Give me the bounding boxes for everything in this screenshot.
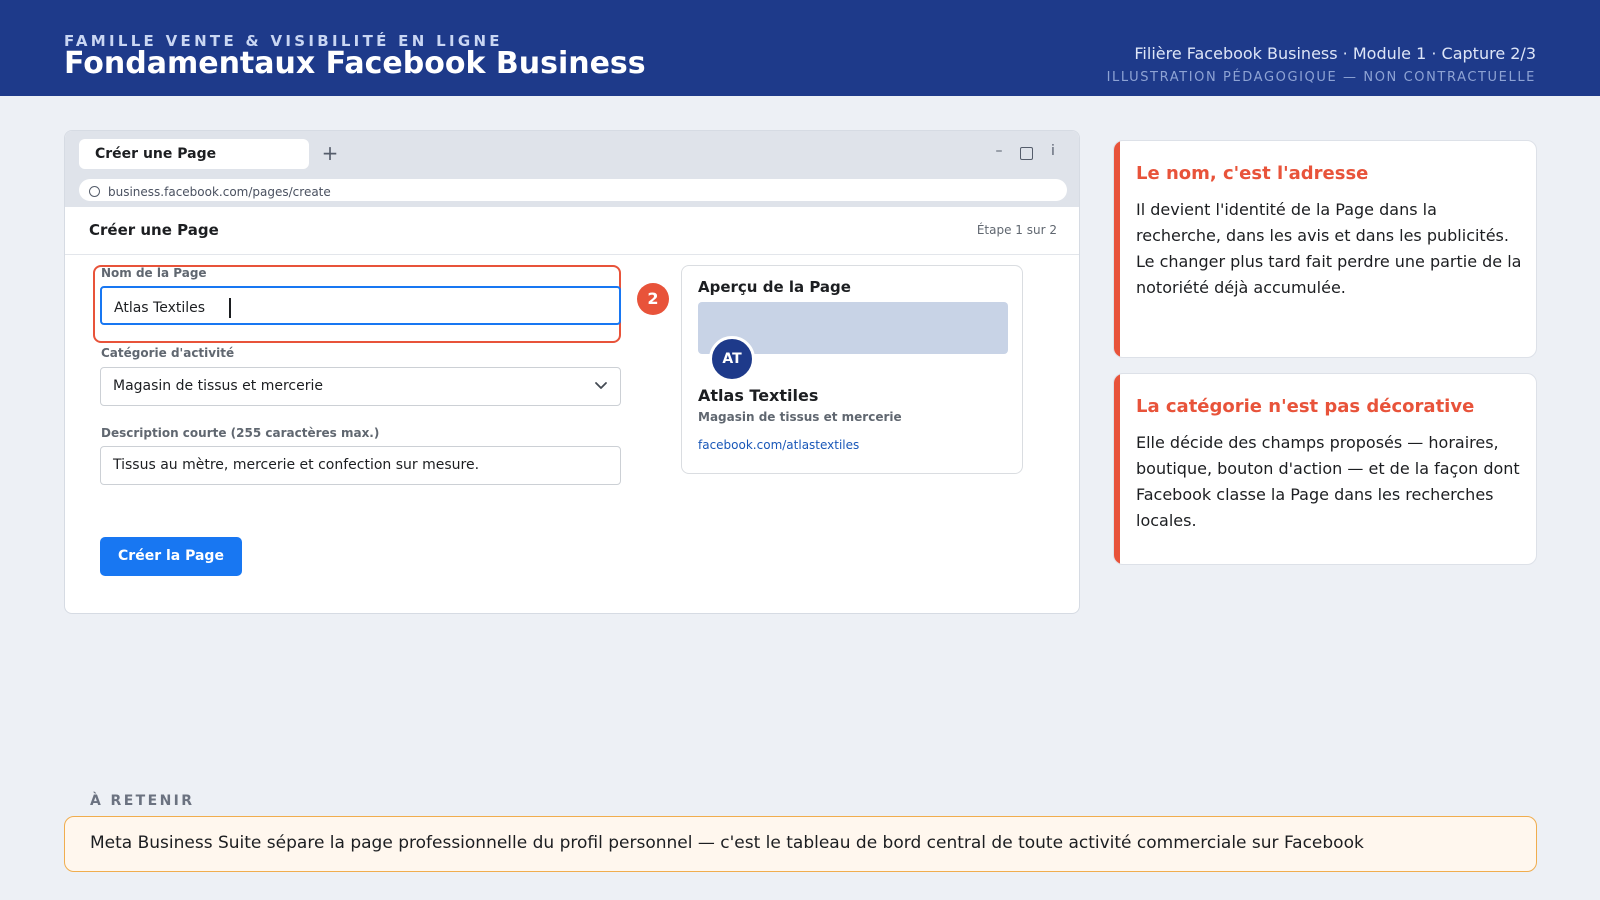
browser-window: Créer une Page + – i business.facebook.c…	[64, 130, 1080, 614]
note-body: Elle décide des champs proposés — horair…	[1136, 433, 1520, 530]
minimize-icon[interactable]: –	[992, 143, 1006, 163]
text-cursor	[229, 298, 232, 318]
avatar: AT	[709, 336, 755, 382]
category-label: Catégorie d'activité	[101, 346, 235, 360]
step-indicator: Étape 1 sur 2	[976, 223, 1057, 237]
page-name-label: Nom de la Page	[101, 266, 207, 280]
preview-title: Aperçu de la Page	[698, 278, 851, 296]
browser-chrome: Créer une Page + – i business.facebook.c…	[65, 131, 1079, 207]
callout-badge: 2	[637, 283, 669, 315]
browser-tab[interactable]: Créer une Page	[79, 139, 309, 169]
note-accent-bar	[1114, 141, 1120, 357]
header-band: FAMILLE VENTE & VISIBILITÉ EN LIGNE Fond…	[0, 0, 1600, 96]
url-text[interactable]: business.facebook.com/pages/create	[108, 185, 331, 199]
page-preview-card: Aperçu de la Page AT Atlas Textiles Maga…	[681, 265, 1023, 474]
course-title: Fondamentaux Facebook Business	[64, 46, 646, 81]
address-bar[interactable]: business.facebook.com/pages/create	[79, 179, 1067, 201]
page-name-input[interactable]: Atlas Textiles	[100, 286, 621, 325]
description-label: Description courte (255 caractères max.)	[101, 426, 380, 440]
note-title: La catégorie n'est pas décorative	[1136, 396, 1475, 417]
note-body: Il devient l'identité de la Page dans la…	[1136, 200, 1522, 297]
module-track: Filière Facebook Business · Module 1 · C…	[1134, 44, 1536, 63]
page-header: Créer une Page Étape 1 sur 2	[65, 207, 1079, 255]
preview-page-name: Atlas Textiles	[698, 386, 819, 405]
note-title: Le nom, c'est l'adresse	[1136, 163, 1369, 184]
description-value[interactable]: Tissus au mètre, mercerie et confection …	[113, 457, 479, 473]
preview-url[interactable]: facebook.com/atlastextiles	[698, 438, 859, 452]
site-info-icon[interactable]	[89, 186, 100, 197]
maximize-icon[interactable]	[1020, 146, 1033, 160]
category-select[interactable]: Magasin de tissus et mercerie	[100, 367, 621, 406]
close-icon[interactable]: i	[1047, 143, 1059, 163]
disclaimer: ILLUSTRATION PÉDAGOGIQUE — NON CONTRACTU…	[1106, 70, 1536, 85]
create-page-button[interactable]: Créer la Page	[100, 537, 242, 576]
chevron-down-icon[interactable]	[594, 378, 608, 392]
page-name-value[interactable]: Atlas Textiles	[114, 300, 205, 316]
note-card-name: Le nom, c'est l'adresse Il devient l'ide…	[1113, 140, 1537, 358]
new-tab-icon[interactable]: +	[320, 141, 340, 165]
description-input[interactable]: Tissus au mètre, mercerie et confection …	[100, 446, 621, 485]
preview-category: Magasin de tissus et mercerie	[698, 410, 902, 424]
page-title: Créer une Page	[89, 221, 219, 239]
note-accent-bar	[1114, 374, 1120, 564]
category-value[interactable]: Magasin de tissus et mercerie	[113, 378, 323, 394]
retain-label: À RETENIR	[90, 793, 195, 809]
note-card-category: La catégorie n'est pas décorative Elle d…	[1113, 373, 1537, 565]
window-controls: – i	[992, 143, 1059, 163]
retain-box: Meta Business Suite sépare la page profe…	[64, 816, 1537, 872]
